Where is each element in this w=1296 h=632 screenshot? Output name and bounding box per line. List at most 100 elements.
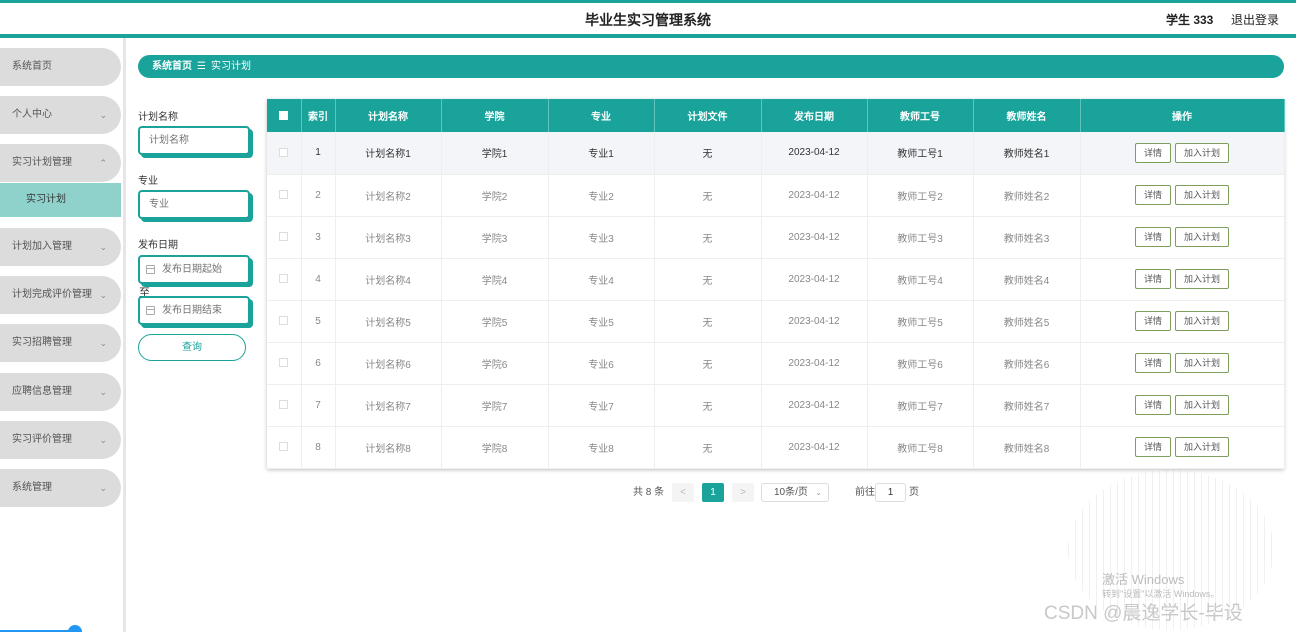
join-plan-button[interactable]: 加入计划 bbox=[1175, 142, 1230, 163]
join-plan-button[interactable]: 加入计划 bbox=[1175, 185, 1230, 205]
table-cell: 计划名称2 bbox=[335, 174, 442, 217]
table-cell: 无 bbox=[654, 258, 762, 301]
table-cell: 教师工号1 bbox=[867, 132, 974, 175]
sidebar-item-label: 个人中心 bbox=[12, 109, 52, 120]
table-cell: 2023-04-12 bbox=[761, 426, 868, 469]
detail-button[interactable]: 详情 bbox=[1134, 437, 1171, 457]
actions-cell: 详情 加入计划 bbox=[1080, 258, 1285, 301]
page-size-select[interactable]: 10条/页 ⌄ bbox=[761, 483, 829, 502]
join-plan-button[interactable]: 加入计划 bbox=[1175, 353, 1230, 373]
join-plan-button[interactable]: 加入计划 bbox=[1175, 311, 1230, 331]
sidebar-scroll-handle[interactable] bbox=[68, 625, 82, 632]
breadcrumb-home[interactable]: 系统首页 bbox=[152, 61, 192, 72]
sidebar-item-evaluation-management[interactable]: 计划完成评价管理 ⌄ bbox=[0, 276, 121, 314]
table-cell: 教师姓名5 bbox=[973, 300, 1081, 343]
sidebar-subitem-plan[interactable]: 实习计划 bbox=[0, 183, 121, 217]
select-all-checkbox[interactable] bbox=[267, 99, 302, 132]
chevron-down-icon: ⌄ bbox=[99, 242, 107, 252]
detail-button[interactable]: 详情 bbox=[1134, 269, 1171, 289]
row-checkbox[interactable] bbox=[267, 258, 302, 301]
row-checkbox[interactable] bbox=[267, 216, 302, 259]
table-cell: 专业3 bbox=[548, 216, 655, 259]
sidebar-item-label: 计划完成评价管理 bbox=[12, 289, 92, 300]
column-header: 教师工号 bbox=[867, 99, 974, 132]
plan-name-input[interactable] bbox=[138, 126, 250, 155]
chevron-down-icon: ⌄ bbox=[815, 488, 822, 497]
row-checkbox[interactable] bbox=[267, 342, 302, 385]
join-plan-button[interactable]: 加入计划 bbox=[1175, 395, 1230, 415]
sidebar-item-label: 系统管理 bbox=[12, 482, 52, 493]
sidebar-item-label: 系统首页 bbox=[12, 61, 52, 72]
table-row: 1 计划名称1 学院1 专业1 无 2023-04-12 教师工号1 教师姓名1… bbox=[267, 132, 1285, 175]
row-checkbox[interactable] bbox=[267, 384, 302, 427]
table-cell: 2 bbox=[301, 174, 336, 217]
table-cell: 专业7 bbox=[548, 384, 655, 427]
major-input[interactable] bbox=[138, 190, 250, 219]
pagination-page-button[interactable]: 1 bbox=[702, 483, 724, 502]
table-cell: 5 bbox=[301, 300, 336, 343]
table-cell: 教师工号8 bbox=[867, 426, 974, 469]
table-cell: 2023-04-12 bbox=[761, 300, 868, 343]
sidebar: 系统首页 个人中心 ⌄ 实习计划管理 ⌃ 实习计划 计划加入管理 ⌄ 计划完成评价管理… bbox=[0, 38, 126, 632]
logout-link[interactable]: 退出登录 bbox=[1231, 11, 1279, 28]
column-header: 计划名称 bbox=[335, 99, 442, 132]
detail-button[interactable]: 详情 bbox=[1134, 395, 1171, 415]
chevron-down-icon: ⌄ bbox=[99, 483, 107, 493]
table-cell: 计划名称4 bbox=[335, 258, 442, 301]
sidebar-item-personal-center[interactable]: 个人中心 ⌄ bbox=[0, 96, 121, 134]
sidebar-item-recruit-management[interactable]: 实习招聘管理 ⌄ bbox=[0, 324, 121, 362]
row-checkbox[interactable] bbox=[267, 132, 302, 175]
sidebar-item-plan-management[interactable]: 实习计划管理 ⌃ bbox=[0, 144, 121, 182]
goto-page-input[interactable] bbox=[875, 483, 906, 502]
detail-button[interactable]: 详情 bbox=[1134, 227, 1171, 247]
table-cell: 2023-04-12 bbox=[761, 174, 868, 217]
table-cell: 计划名称3 bbox=[335, 216, 442, 259]
table-cell: 无 bbox=[654, 426, 762, 469]
query-button[interactable]: 查询 bbox=[138, 334, 246, 361]
column-header: 专业 bbox=[548, 99, 655, 132]
detail-button[interactable]: 详情 bbox=[1134, 353, 1171, 373]
row-checkbox[interactable] bbox=[267, 300, 302, 343]
table-cell: 4 bbox=[301, 258, 336, 301]
table-row: 5 计划名称5 学院5 专业5 无 2023-04-12 教师工号5 教师姓名5… bbox=[267, 300, 1285, 343]
join-plan-button[interactable]: 加入计划 bbox=[1175, 269, 1230, 289]
table-cell: 计划名称8 bbox=[335, 426, 442, 469]
sidebar-item-system-management[interactable]: 系统管理 ⌄ bbox=[0, 469, 121, 507]
actions-cell: 详情 加入计划 bbox=[1080, 384, 1285, 427]
join-plan-button[interactable]: 加入计划 bbox=[1175, 437, 1230, 457]
detail-button[interactable]: 详情 bbox=[1134, 142, 1171, 163]
csdn-watermark: CSDN @晨逸学长-毕设 bbox=[1044, 603, 1243, 624]
plan-name-label: 计划名称 bbox=[138, 112, 178, 123]
sidebar-item-review-management[interactable]: 实习评价管理 ⌄ bbox=[0, 421, 121, 459]
table-row: 8 计划名称8 学院8 专业8 无 2023-04-12 教师工号8 教师姓名8… bbox=[267, 426, 1285, 469]
pagination-prev-button[interactable]: < bbox=[672, 483, 694, 502]
sidebar-item-label: 计划加入管理 bbox=[12, 241, 72, 252]
sidebar-item-application-management[interactable]: 应聘信息管理 ⌄ bbox=[0, 373, 121, 411]
table-cell: 2023-04-12 bbox=[761, 216, 868, 259]
breadcrumb: 系统首页 ☰ 实习计划 bbox=[138, 55, 1284, 78]
table-cell: 教师工号4 bbox=[867, 258, 974, 301]
sidebar-item-home[interactable]: 系统首页 bbox=[0, 48, 121, 86]
table-cell: 学院8 bbox=[441, 426, 549, 469]
row-checkbox[interactable] bbox=[267, 426, 302, 469]
sidebar-item-label: 实习招聘管理 bbox=[12, 337, 72, 348]
column-header: 学院 bbox=[441, 99, 549, 132]
chevron-up-icon: ⌃ bbox=[99, 158, 107, 168]
chevron-down-icon: ⌄ bbox=[99, 110, 107, 120]
detail-button[interactable]: 详情 bbox=[1134, 311, 1171, 331]
plan-table: 索引 计划名称 学院 专业 计划文件 发布日期 教师工号 教师姓名 操作 1 计… bbox=[267, 99, 1285, 469]
publish-date-label: 发布日期 bbox=[138, 240, 178, 251]
row-checkbox[interactable] bbox=[267, 174, 302, 217]
table-cell: 教师工号7 bbox=[867, 384, 974, 427]
table-cell: 计划名称5 bbox=[335, 300, 442, 343]
table-cell: 2023-04-12 bbox=[761, 384, 868, 427]
pagination-next-button[interactable]: > bbox=[732, 483, 754, 502]
goto-label: 前往 bbox=[855, 487, 875, 498]
table-cell: 专业8 bbox=[548, 426, 655, 469]
sidebar-item-join-management[interactable]: 计划加入管理 ⌄ bbox=[0, 228, 121, 266]
table-cell: 教师姓名2 bbox=[973, 174, 1081, 217]
table-cell: 专业2 bbox=[548, 174, 655, 217]
detail-button[interactable]: 详情 bbox=[1134, 185, 1171, 205]
join-plan-button[interactable]: 加入计划 bbox=[1175, 227, 1230, 247]
actions-cell: 详情 加入计划 bbox=[1080, 342, 1285, 385]
